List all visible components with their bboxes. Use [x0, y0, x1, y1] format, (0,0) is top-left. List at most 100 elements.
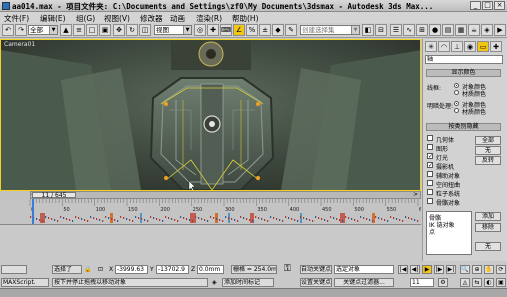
invert-button[interactable]: 反转: [475, 156, 501, 165]
zoom-icon[interactable]: 🔍: [460, 265, 470, 274]
next-key-icon[interactable]: |▶: [434, 265, 444, 274]
key-icon[interactable]: ⚿: [284, 264, 291, 274]
modify-tab-icon[interactable]: ◠: [438, 41, 450, 52]
viewport-label[interactable]: Camera01: [4, 41, 35, 48]
select-scale-icon[interactable]: ◫: [139, 24, 151, 36]
x-coord-field[interactable]: -3999.63: [115, 265, 148, 274]
all-button[interactable]: 全部: [475, 136, 501, 145]
undo-icon[interactable]: ↶: [2, 24, 14, 36]
maximize-button[interactable]: □: [482, 1, 493, 10]
go-to-end-icon[interactable]: ▶|: [446, 265, 456, 274]
named-selection-field[interactable]: 创建选择集 ▼: [300, 25, 360, 35]
render-type-icon[interactable]: ◈: [481, 24, 493, 36]
object-name-field[interactable]: 轴: [425, 55, 503, 64]
geometry-checkbox[interactable]: [427, 135, 433, 141]
dolly-icon[interactable]: ◐: [484, 278, 494, 287]
mirror-icon[interactable]: ◧: [362, 24, 374, 36]
utilities-tab-icon[interactable]: ✚: [490, 41, 502, 52]
display-tab-icon[interactable]: ▭: [477, 41, 489, 52]
pan-icon[interactable]: ✋: [484, 265, 494, 274]
shaded-material-color-radio[interactable]: [454, 108, 459, 113]
bone-objects-checkbox[interactable]: [427, 198, 433, 204]
hide-by-category-rollout[interactable]: 按类别隐藏: [426, 123, 501, 131]
keyboard-shortcut-icon[interactable]: ⌨: [220, 24, 232, 36]
hierarchy-tab-icon[interactable]: ⊥: [451, 41, 463, 52]
none-button[interactable]: 无: [475, 146, 501, 155]
play-icon[interactable]: ▶: [422, 265, 432, 274]
space-warps-checkbox[interactable]: [427, 180, 433, 186]
reference-coord-dropdown[interactable]: 视图 ▼: [154, 25, 192, 35]
select-manipulate-icon[interactable]: ✚: [207, 24, 219, 36]
percent-snap-icon[interactable]: ±: [259, 24, 271, 36]
z-coord-field[interactable]: 0.0mm: [197, 265, 224, 274]
lock-icon[interactable]: 🔒: [84, 266, 91, 273]
time-slider[interactable]: < 11 / 645 >: [30, 191, 421, 199]
select-rotate-icon[interactable]: ↻: [126, 24, 138, 36]
render-last-icon[interactable]: ▶: [494, 24, 506, 36]
particle-systems-checkbox[interactable]: [427, 189, 433, 195]
time-config-icon[interactable]: ⚙: [438, 278, 448, 287]
helpers-checkbox[interactable]: [427, 171, 433, 177]
key-tick: [204, 219, 206, 221]
maxscript-mini-listener[interactable]: [1, 265, 27, 274]
prev-key-icon[interactable]: ◀|: [410, 265, 420, 274]
display-color-rollout[interactable]: 显示颜色: [426, 69, 501, 77]
select-by-name-icon[interactable]: ≡: [73, 24, 85, 36]
lights-checkbox[interactable]: ✓: [427, 153, 433, 160]
app-icon[interactable]: [2, 2, 10, 10]
rendered-frame-icon[interactable]: ▦: [455, 24, 467, 36]
set-key-button[interactable]: 设置关键点: [300, 278, 332, 287]
render-setup-icon[interactable]: ▤: [442, 24, 454, 36]
redo-icon[interactable]: ↷: [15, 24, 27, 36]
cameras-checkbox[interactable]: ✓: [427, 162, 433, 169]
add-time-tag[interactable]: 添加时间标记: [222, 278, 274, 287]
snap-toggle-icon[interactable]: ∠: [233, 24, 245, 36]
angle-snap-icon[interactable]: %: [246, 24, 258, 36]
track-bar[interactable]: 050100150200250300350400450500550600: [0, 199, 421, 225]
maxscript-listener[interactable]: MAXScript.: [1, 278, 49, 287]
camera-viewport[interactable]: Camera01: [0, 39, 421, 191]
select-object-icon[interactable]: ▲: [60, 24, 72, 36]
go-to-start-icon[interactable]: |◀: [398, 265, 408, 274]
rect-selection-icon[interactable]: □: [86, 24, 98, 36]
y-coord-field[interactable]: -13702.9: [156, 265, 189, 274]
pivot-center-icon[interactable]: ◎: [194, 24, 206, 36]
material-editor-icon[interactable]: ●: [429, 24, 441, 36]
window-crossing-icon[interactable]: ▣: [99, 24, 111, 36]
category-list[interactable]: 骨骼 IK 链对象 点: [426, 211, 472, 255]
quick-render-icon[interactable]: ☕: [468, 24, 480, 36]
selection-filter-dropdown[interactable]: 全部 ▼: [28, 25, 58, 35]
key-filters-button[interactable]: 关键点过滤器...: [334, 278, 394, 287]
create-tab-icon[interactable]: ✳: [425, 41, 437, 52]
maximize-viewport-icon[interactable]: ▣: [496, 278, 506, 287]
spinner-snap-icon[interactable]: ◆: [272, 24, 284, 36]
auto-key-button[interactable]: 自动关键点: [300, 265, 332, 274]
next-frame-arrow[interactable]: >: [413, 192, 418, 198]
field-of-view-icon[interactable]: ◬: [460, 278, 470, 287]
list-item[interactable]: 点: [429, 227, 435, 236]
layer-manager-icon[interactable]: ☰: [390, 24, 402, 36]
selected-object-dropdown[interactable]: 选定对象: [334, 265, 394, 274]
shapes-checkbox[interactable]: [427, 144, 433, 150]
wireframe-material-color-radio[interactable]: [454, 90, 459, 95]
edit-named-selection-icon[interactable]: ✎: [285, 24, 297, 36]
walk-through-icon[interactable]: ⇆: [472, 278, 482, 287]
time-tag-icon[interactable]: ◈: [212, 279, 217, 286]
close-button[interactable]: ×: [494, 1, 505, 10]
orbit-icon[interactable]: ⟳: [496, 265, 506, 274]
current-frame-field[interactable]: 11: [410, 278, 434, 287]
align-icon[interactable]: ⊟: [375, 24, 387, 36]
schematic-view-icon[interactable]: ⊞: [416, 24, 428, 36]
motion-tab-icon[interactable]: ◉: [464, 41, 476, 52]
transform-mode-icon[interactable]: ⊡: [98, 266, 103, 273]
minimize-button[interactable]: _: [470, 1, 481, 10]
remove-button[interactable]: 移除: [475, 223, 501, 232]
select-move-icon[interactable]: ✥: [113, 24, 125, 36]
curve-editor-icon[interactable]: ∿: [403, 24, 415, 36]
add-button[interactable]: 添加: [475, 212, 501, 221]
zoom-all-icon[interactable]: ⊕: [472, 265, 482, 274]
shaded-object-color-radio[interactable]: [454, 101, 459, 106]
none-list-button[interactable]: 无: [475, 242, 501, 251]
frame-readout[interactable]: 11 / 645: [32, 192, 76, 199]
wireframe-object-color-radio[interactable]: [454, 83, 459, 88]
